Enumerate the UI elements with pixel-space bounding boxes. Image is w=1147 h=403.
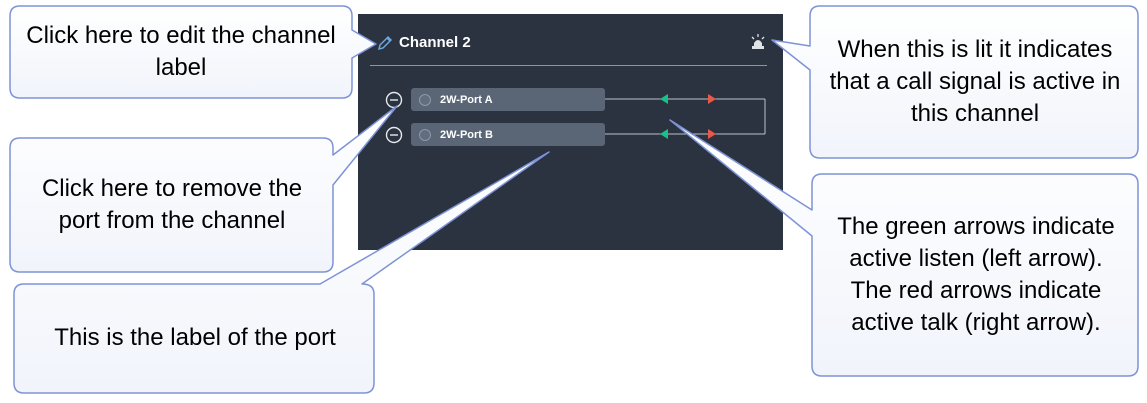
callout-port-label: This is the label of the port bbox=[54, 324, 336, 351]
callout-call-signal: When this is lit it indicates that a cal… bbox=[829, 36, 1121, 127]
callout-edit-label: Click here to edit the channel label bbox=[26, 22, 336, 81]
callout-arrows: The green arrows indicate active listen … bbox=[837, 213, 1115, 336]
callout-remove-port: Click here to remove the port from the c… bbox=[41, 175, 303, 234]
